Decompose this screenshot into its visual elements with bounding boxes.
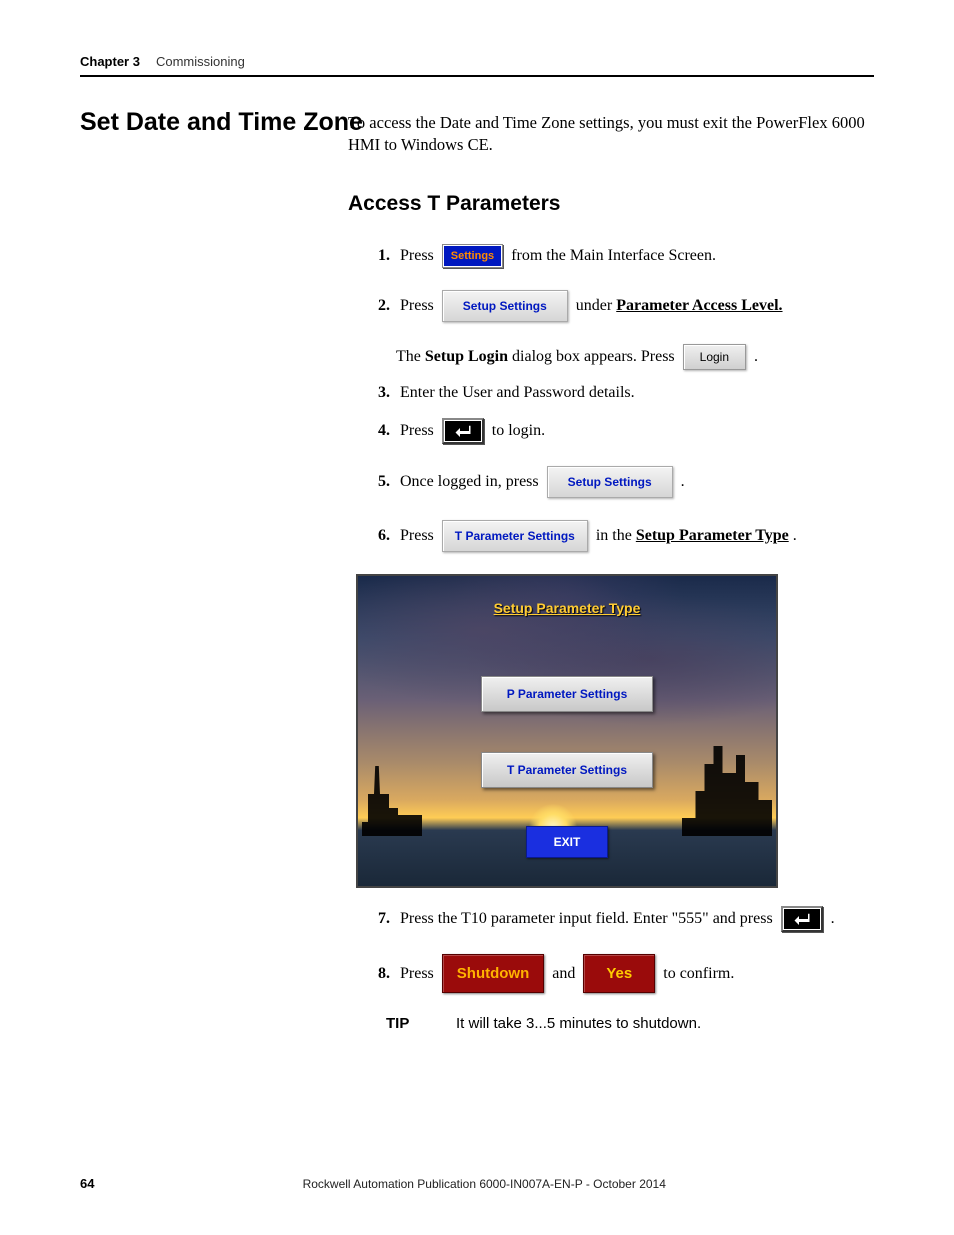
step-text: . [681,473,685,491]
step-text: Enter the User and Password details. [400,384,635,402]
publication-info: Rockwell Automation Publication 6000-IN0… [94,1177,874,1191]
step-1: 1. Press Settings from the Main Interfac… [368,244,878,268]
setup-settings-button[interactable]: Setup Settings [442,290,568,322]
step-text: and [552,965,575,983]
screenshot-sun [528,804,578,828]
header-rule [80,75,874,77]
chapter-label: Chapter 3 [80,54,140,69]
step-number: 1. [368,247,390,265]
chapter-title: Commissioning [156,54,245,69]
page-header: Chapter 3 Commissioning [80,54,874,77]
step-text: Press [400,247,434,265]
step-text: Once logged in, press [400,473,539,491]
t-parameter-settings-button[interactable]: T Parameter Settings [442,520,588,552]
tip-text: It will take 3...5 minutes to shutdown. [456,1015,701,1032]
shutdown-button[interactable]: Shutdown [442,954,544,993]
step-text: dialog box appears. Press [512,348,675,366]
subheading: Access T Parameters [348,192,560,216]
step-text: . [831,910,835,928]
screenshot-title: Setup Parameter Type [358,600,776,616]
enter-arrow-icon [793,912,811,926]
step-2: 2. Press Setup Settings under Parameter … [368,290,878,322]
settings-button[interactable]: Settings [442,244,503,268]
step-text: in the [596,527,632,545]
link-setup-parameter-type: Setup Parameter Type [636,527,789,545]
yes-button[interactable]: Yes [583,954,655,993]
step-text: Press [400,965,434,983]
step-4: 4. Press to login. [368,418,878,444]
page-number: 64 [80,1176,94,1191]
step-number: 4. [368,422,390,440]
tip-label: TIP [386,1015,456,1032]
enter-arrow-icon [454,424,472,438]
step-text: Press [400,422,434,440]
step-text: to login. [492,422,545,440]
step-number: 5. [368,473,390,491]
setup-settings-button[interactable]: Setup Settings [547,466,673,498]
step-text: Press [400,297,434,315]
step-3: 3. Enter the User and Password details. [368,384,878,402]
step-text: Press [400,527,434,545]
enter-button[interactable] [781,906,823,932]
step-text: The [396,348,421,366]
step-text: . [754,348,758,366]
tip-row: TIP It will take 3...5 minutes to shutdo… [386,1015,878,1032]
step-number: 7. [368,910,390,928]
step-2-note: The Setup Login dialog box appears. Pres… [396,344,878,370]
link-parameter-access-level: Parameter Access Level. [616,297,782,315]
step-6: 6. Press T Parameter Settings in the Set… [368,520,878,552]
setup-parameter-screenshot: Setup Parameter Type P Parameter Setting… [356,574,778,888]
step-text: under [576,297,612,315]
login-button[interactable]: Login [683,344,746,370]
step-text: . [793,527,797,545]
header-line: Chapter 3 Commissioning [80,54,874,75]
bold-text: Setup Login [425,348,508,366]
exit-button[interactable]: EXIT [526,826,608,858]
step-number: 3. [368,384,390,402]
t-parameter-settings-button[interactable]: T Parameter Settings [481,752,653,788]
step-7: 7. Press the T10 parameter input field. … [368,906,878,932]
steps-list: 1. Press Settings from the Main Interfac… [368,244,878,1032]
step-text: Press the T10 parameter input field. Ent… [400,910,773,928]
step-number: 2. [368,297,390,315]
step-5: 5. Once logged in, press Setup Settings … [368,466,878,498]
intro-text: To access the Date and Time Zone setting… [348,112,868,157]
section-heading: Set Date and Time Zone [80,108,363,137]
step-number: 8. [368,965,390,983]
enter-button[interactable] [442,418,484,444]
page: Chapter 3 Commissioning Set Date and Tim… [0,0,954,1235]
step-number: 6. [368,527,390,545]
step-text: from the Main Interface Screen. [511,247,716,265]
step-text: to confirm. [663,965,734,983]
p-parameter-settings-button[interactable]: P Parameter Settings [481,676,653,712]
step-8: 8. Press Shutdown and Yes to confirm. [368,954,878,993]
page-footer: 64 Rockwell Automation Publication 6000-… [80,1176,874,1191]
